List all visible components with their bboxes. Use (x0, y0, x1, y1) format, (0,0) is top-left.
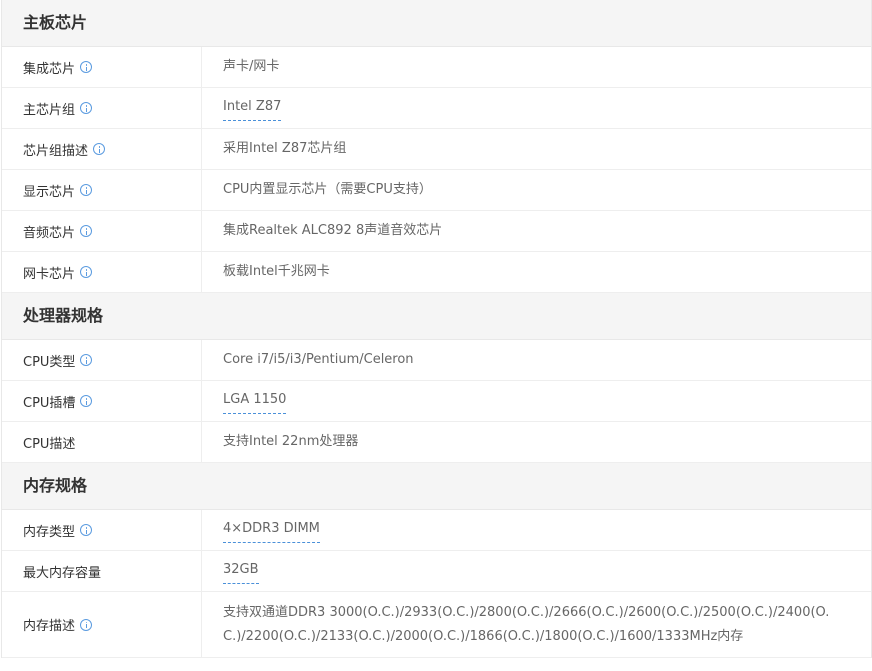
spec-row-audio-chip: 音频芯片 集成Realtek ALC892 8声道音效芯片 (2, 211, 871, 252)
spec-value: 采用Intel Z87芯片组 (202, 129, 871, 169)
spec-row-chipset-description: 芯片组描述 采用Intel Z87芯片组 (2, 129, 871, 170)
info-icon[interactable] (80, 354, 93, 366)
spec-row-memory-description: 内存描述 支持双通道DDR3 3000(O.C.)/2933(O.C.)/280… (2, 592, 871, 658)
spec-value: 32GB (202, 551, 871, 591)
info-icon[interactable] (80, 61, 93, 73)
spec-label: 网卡芯片 (2, 252, 202, 292)
info-icon[interactable] (93, 143, 106, 155)
spec-table: 主板芯片 集成芯片 声卡/网卡 主芯片组 Intel Z87 芯片组描述 采用I… (1, 0, 872, 658)
spec-value: 板载Intel千兆网卡 (202, 252, 871, 292)
spec-label-text: CPU插槽 (23, 395, 76, 411)
spec-value: 支持双通道DDR3 3000(O.C.)/2933(O.C.)/2800(O.C… (202, 592, 871, 657)
spec-value-text: 声卡/网卡 (223, 59, 280, 74)
spec-label-text: 显示芯片 (23, 184, 76, 200)
spec-value-text: 集成Realtek ALC892 8声道音效芯片 (223, 223, 443, 238)
spec-row-network-chip: 网卡芯片 板载Intel千兆网卡 (2, 252, 871, 293)
spec-row-memory-type: 内存类型 4×DDR3 DIMM (2, 510, 871, 551)
info-icon[interactable] (80, 618, 93, 631)
spec-value-text: 支持Intel 22nm处理器 (223, 434, 359, 449)
spec-row-display-chip: 显示芯片 CPU内置显示芯片（需要CPU支持） (2, 170, 871, 211)
spec-value-text: CPU内置显示芯片（需要CPU支持） (223, 182, 432, 197)
memory-type-link[interactable]: 4×DDR3 DIMM (223, 517, 320, 543)
spec-label: CPU类型 (2, 340, 202, 380)
info-icon[interactable] (80, 184, 93, 196)
spec-label-text: 芯片组描述 (23, 143, 89, 159)
spec-label: 内存描述 (2, 592, 202, 657)
spec-label-text: 主芯片组 (23, 102, 76, 118)
spec-label: 显示芯片 (2, 170, 202, 210)
spec-value-text: 采用Intel Z87芯片组 (223, 141, 347, 156)
info-icon[interactable] (80, 266, 93, 278)
section-header-memory: 内存规格 (2, 463, 871, 510)
spec-value: 集成Realtek ALC892 8声道音效芯片 (202, 211, 871, 251)
spec-row-cpu-type: CPU类型 Core i7/i5/i3/Pentium/Celeron (2, 340, 871, 381)
spec-value: Intel Z87 (202, 88, 871, 128)
spec-value: CPU内置显示芯片（需要CPU支持） (202, 170, 871, 210)
spec-row-integrated-chip: 集成芯片 声卡/网卡 (2, 47, 871, 88)
spec-label: CPU插槽 (2, 381, 202, 421)
spec-label-text: 内存描述 (23, 619, 76, 634)
spec-label-text: 内存类型 (23, 524, 76, 540)
spec-value: Core i7/i5/i3/Pentium/Celeron (202, 340, 871, 380)
spec-label-text: 网卡芯片 (23, 266, 76, 282)
spec-row-cpu-socket: CPU插槽 LGA 1150 (2, 381, 871, 422)
spec-value-text: 板载Intel千兆网卡 (223, 264, 330, 279)
info-icon[interactable] (80, 225, 93, 237)
max-memory-link[interactable]: 32GB (223, 558, 259, 584)
cpu-socket-link[interactable]: LGA 1150 (223, 388, 287, 414)
spec-value: 4×DDR3 DIMM (202, 510, 871, 550)
spec-label: 集成芯片 (2, 47, 202, 87)
info-icon[interactable] (80, 395, 93, 407)
spec-label: 内存类型 (2, 510, 202, 550)
spec-label: 主芯片组 (2, 88, 202, 128)
spec-value-text: 支持双通道DDR3 3000(O.C.)/2933(O.C.)/2800(O.C… (223, 604, 830, 644)
spec-label-text: CPU类型 (23, 354, 76, 370)
spec-label: 芯片组描述 (2, 129, 202, 169)
spec-label-text: 音频芯片 (23, 225, 76, 241)
spec-row-max-memory: 最大内存容量 32GB (2, 551, 871, 592)
spec-row-cpu-description: CPU描述 支持Intel 22nm处理器 (2, 422, 871, 463)
info-icon[interactable] (80, 102, 93, 114)
spec-value-text: Core i7/i5/i3/Pentium/Celeron (223, 352, 414, 367)
spec-label: 音频芯片 (2, 211, 202, 251)
spec-value: 支持Intel 22nm处理器 (202, 422, 871, 462)
spec-label: CPU描述 (2, 422, 202, 462)
spec-label: 最大内存容量 (2, 551, 202, 591)
chipset-link[interactable]: Intel Z87 (223, 95, 282, 121)
spec-label-text: CPU描述 (23, 436, 76, 452)
spec-value: LGA 1150 (202, 381, 871, 421)
section-header-processor: 处理器规格 (2, 293, 871, 340)
spec-label-text: 最大内存容量 (23, 565, 102, 581)
info-icon[interactable] (80, 524, 93, 536)
spec-label-text: 集成芯片 (23, 61, 76, 77)
section-header-mainboard-chip: 主板芯片 (2, 0, 871, 47)
spec-row-chipset: 主芯片组 Intel Z87 (2, 88, 871, 129)
spec-value: 声卡/网卡 (202, 47, 871, 87)
